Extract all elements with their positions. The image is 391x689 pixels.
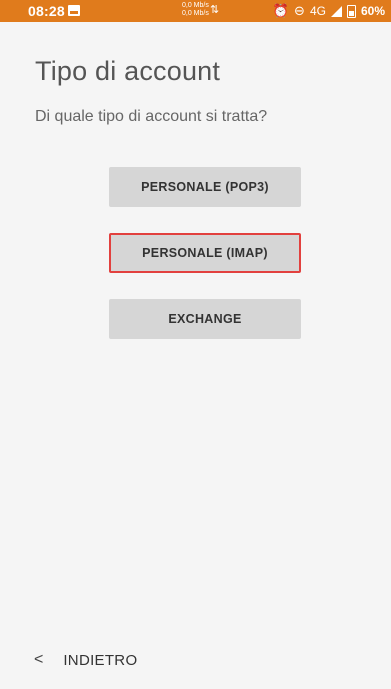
network-speed-down: 0,0 Mb/s <box>182 10 209 17</box>
signal-icon <box>330 5 342 17</box>
battery-icon <box>346 4 356 18</box>
bottom-nav-bar: < INDIETRO <box>0 631 391 689</box>
network-type: 4G <box>309 4 326 18</box>
personal-pop3-button[interactable]: PERSONALE (POP3) <box>109 167 301 207</box>
back-label: INDIETRO <box>63 651 138 669</box>
do-not-disturb-icon: ⊖ <box>294 3 305 18</box>
status-time: 08:28 <box>28 3 65 19</box>
alarm-icon: ⏰ <box>272 3 290 18</box>
personal-imap-button[interactable]: PERSONALE (IMAP) <box>109 233 301 273</box>
page-title: Tipo di account <box>35 56 221 86</box>
battery-percent: 60% <box>360 4 385 18</box>
data-transfer-icon: ⇅ <box>210 4 220 16</box>
status-bar: 08:28 0,0 Mb/s 0,0 Mb/s ⇅ ⏰ ⊖ 4G 60% <box>0 0 391 22</box>
network-speed: 0,0 Mb/s 0,0 Mb/s <box>182 2 209 18</box>
image-notification-icon <box>68 5 80 16</box>
back-button[interactable]: < INDIETRO <box>34 651 137 669</box>
page-subtitle: Di quale tipo di account si tratta? <box>35 108 268 125</box>
exchange-button[interactable]: EXCHANGE <box>109 299 301 339</box>
chevron-left-icon: < <box>34 651 44 668</box>
network-speed-up: 0,0 Mb/s <box>182 2 209 9</box>
status-icons: ⏰ ⊖ 4G 60% <box>273 3 385 19</box>
